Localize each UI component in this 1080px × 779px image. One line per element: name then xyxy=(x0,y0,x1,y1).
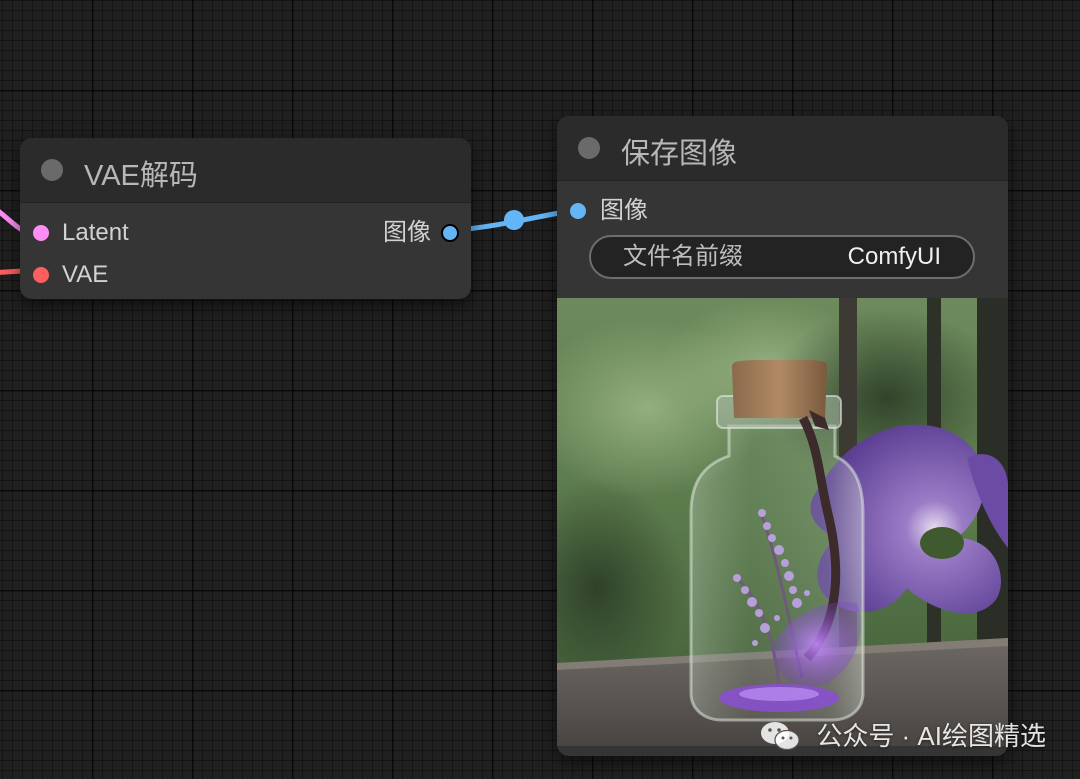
image-preview[interactable] xyxy=(557,298,1008,746)
latent-link[interactable] xyxy=(0,205,24,233)
collapse-dot[interactable] xyxy=(578,137,600,159)
input-slot-vae[interactable]: VAE xyxy=(20,260,240,290)
image-input-label: 图像 xyxy=(600,197,648,224)
latent-slot-label: Latent xyxy=(62,219,129,246)
watermark-text: 公众号 · AI绘图精选 xyxy=(816,721,1046,751)
vae-link[interactable] xyxy=(0,268,23,275)
vae-decode-header[interactable]: VAE解码 xyxy=(20,138,471,203)
collapse-dot[interactable] xyxy=(41,159,63,181)
vae-decode-node[interactable]: VAE解码 Latent VAE 图像 xyxy=(20,138,471,299)
image-input-dot[interactable] xyxy=(570,203,586,219)
image-output-dot[interactable] xyxy=(441,224,459,242)
image-output-label: 图像 xyxy=(383,219,431,246)
wechat-watermark: 公众号 · AI绘图精选 xyxy=(759,716,1046,756)
vae-slot-dot[interactable] xyxy=(33,267,49,283)
input-slot-latent[interactable]: Latent xyxy=(20,218,240,248)
preview-picture xyxy=(557,298,1008,746)
latent-slot-dot[interactable] xyxy=(33,225,49,241)
save-image-title: 保存图像 xyxy=(621,138,738,170)
vae-decode-title: VAE解码 xyxy=(84,160,198,192)
filename-prefix-value[interactable]: ComfyUI xyxy=(848,237,941,277)
vae-slot-label: VAE xyxy=(62,261,109,288)
filename-prefix-widget[interactable]: 文件名前缀 ComfyUI xyxy=(589,235,975,279)
save-image-header[interactable]: 保存图像 xyxy=(557,116,1008,181)
save-image-node[interactable]: 保存图像 图像 文件名前缀 ComfyUI xyxy=(557,116,1008,756)
wechat-icon xyxy=(759,719,801,753)
graph-canvas[interactable]: VAE解码 Latent VAE 图像 保存图像 图像 文件名前缀 ComfyU… xyxy=(0,0,1080,779)
filename-prefix-label: 文件名前缀 xyxy=(623,243,743,270)
input-slot-image[interactable]: 图像 xyxy=(557,196,777,226)
image-link-midpoint[interactable] xyxy=(504,210,524,230)
output-slot-image[interactable]: 图像 xyxy=(271,218,471,248)
